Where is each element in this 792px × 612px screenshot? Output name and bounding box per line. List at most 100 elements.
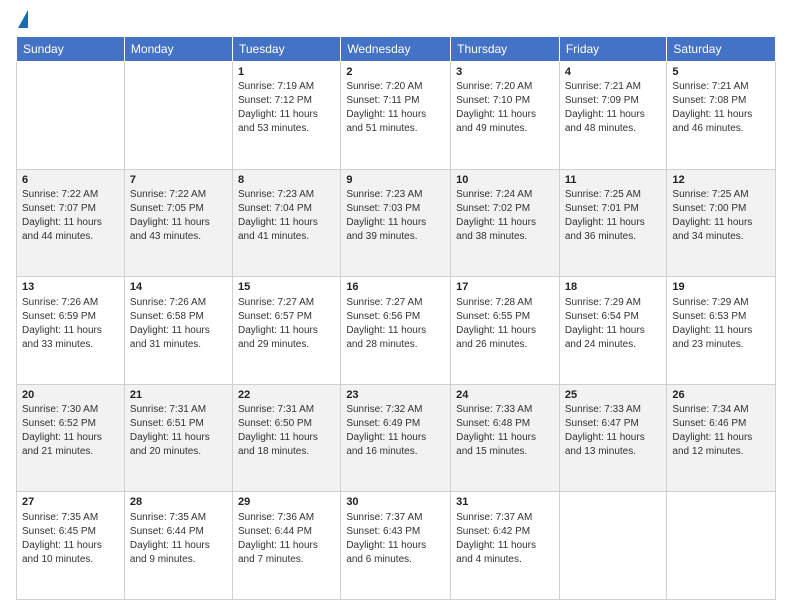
day-info: Sunrise: 7:31 AM Sunset: 6:50 PM Dayligh… — [238, 403, 335, 459]
day-info: Sunrise: 7:25 AM Sunset: 7:01 PM Dayligh… — [565, 188, 662, 244]
calendar-cell: 25Sunrise: 7:33 AM Sunset: 6:47 PM Dayli… — [559, 384, 667, 492]
weekday-header-wednesday: Wednesday — [341, 37, 451, 62]
day-number: 27 — [22, 495, 119, 510]
day-number: 10 — [456, 173, 554, 188]
calendar-cell: 9Sunrise: 7:23 AM Sunset: 7:03 PM Daylig… — [341, 169, 451, 277]
calendar-cell: 14Sunrise: 7:26 AM Sunset: 6:58 PM Dayli… — [124, 277, 232, 385]
calendar-cell: 31Sunrise: 7:37 AM Sunset: 6:42 PM Dayli… — [451, 492, 560, 600]
page: SundayMondayTuesdayWednesdayThursdayFrid… — [0, 0, 792, 612]
day-number: 31 — [456, 495, 554, 510]
day-info: Sunrise: 7:37 AM Sunset: 6:43 PM Dayligh… — [346, 511, 445, 567]
logo — [16, 12, 28, 28]
weekday-header-sunday: Sunday — [17, 37, 125, 62]
day-number: 6 — [22, 173, 119, 188]
calendar-cell: 28Sunrise: 7:35 AM Sunset: 6:44 PM Dayli… — [124, 492, 232, 600]
calendar-cell: 22Sunrise: 7:31 AM Sunset: 6:50 PM Dayli… — [232, 384, 340, 492]
calendar-cell: 26Sunrise: 7:34 AM Sunset: 6:46 PM Dayli… — [667, 384, 776, 492]
day-info: Sunrise: 7:23 AM Sunset: 7:03 PM Dayligh… — [346, 188, 445, 244]
calendar-cell: 24Sunrise: 7:33 AM Sunset: 6:48 PM Dayli… — [451, 384, 560, 492]
calendar-cell: 6Sunrise: 7:22 AM Sunset: 7:07 PM Daylig… — [17, 169, 125, 277]
day-number: 15 — [238, 280, 335, 295]
day-number: 17 — [456, 280, 554, 295]
calendar-cell — [17, 62, 125, 170]
day-number: 21 — [130, 388, 227, 403]
day-number: 19 — [672, 280, 770, 295]
calendar-cell: 3Sunrise: 7:20 AM Sunset: 7:10 PM Daylig… — [451, 62, 560, 170]
day-info: Sunrise: 7:24 AM Sunset: 7:02 PM Dayligh… — [456, 188, 554, 244]
day-info: Sunrise: 7:21 AM Sunset: 7:08 PM Dayligh… — [672, 80, 770, 136]
day-info: Sunrise: 7:22 AM Sunset: 7:07 PM Dayligh… — [22, 188, 119, 244]
day-info: Sunrise: 7:21 AM Sunset: 7:09 PM Dayligh… — [565, 80, 662, 136]
day-number: 18 — [565, 280, 662, 295]
day-info: Sunrise: 7:34 AM Sunset: 6:46 PM Dayligh… — [672, 403, 770, 459]
calendar-cell: 29Sunrise: 7:36 AM Sunset: 6:44 PM Dayli… — [232, 492, 340, 600]
weekday-header-monday: Monday — [124, 37, 232, 62]
calendar-cell: 11Sunrise: 7:25 AM Sunset: 7:01 PM Dayli… — [559, 169, 667, 277]
weekday-header-friday: Friday — [559, 37, 667, 62]
calendar-cell: 7Sunrise: 7:22 AM Sunset: 7:05 PM Daylig… — [124, 169, 232, 277]
day-number: 2 — [346, 65, 445, 80]
day-info: Sunrise: 7:33 AM Sunset: 6:47 PM Dayligh… — [565, 403, 662, 459]
weekday-header-tuesday: Tuesday — [232, 37, 340, 62]
header — [16, 12, 776, 28]
calendar-cell: 2Sunrise: 7:20 AM Sunset: 7:11 PM Daylig… — [341, 62, 451, 170]
calendar-cell: 19Sunrise: 7:29 AM Sunset: 6:53 PM Dayli… — [667, 277, 776, 385]
calendar-cell: 17Sunrise: 7:28 AM Sunset: 6:55 PM Dayli… — [451, 277, 560, 385]
weekday-header-saturday: Saturday — [667, 37, 776, 62]
day-number: 30 — [346, 495, 445, 510]
day-number: 16 — [346, 280, 445, 295]
day-info: Sunrise: 7:29 AM Sunset: 6:53 PM Dayligh… — [672, 296, 770, 352]
day-number: 5 — [672, 65, 770, 80]
day-number: 29 — [238, 495, 335, 510]
calendar-cell: 23Sunrise: 7:32 AM Sunset: 6:49 PM Dayli… — [341, 384, 451, 492]
day-info: Sunrise: 7:33 AM Sunset: 6:48 PM Dayligh… — [456, 403, 554, 459]
day-info: Sunrise: 7:27 AM Sunset: 6:56 PM Dayligh… — [346, 296, 445, 352]
day-info: Sunrise: 7:26 AM Sunset: 6:59 PM Dayligh… — [22, 296, 119, 352]
calendar-cell: 20Sunrise: 7:30 AM Sunset: 6:52 PM Dayli… — [17, 384, 125, 492]
day-number: 26 — [672, 388, 770, 403]
day-info: Sunrise: 7:35 AM Sunset: 6:45 PM Dayligh… — [22, 511, 119, 567]
day-number: 7 — [130, 173, 227, 188]
week-row-3: 13Sunrise: 7:26 AM Sunset: 6:59 PM Dayli… — [17, 277, 776, 385]
calendar-cell: 30Sunrise: 7:37 AM Sunset: 6:43 PM Dayli… — [341, 492, 451, 600]
day-number: 4 — [565, 65, 662, 80]
day-number: 11 — [565, 173, 662, 188]
day-number: 14 — [130, 280, 227, 295]
calendar-cell: 5Sunrise: 7:21 AM Sunset: 7:08 PM Daylig… — [667, 62, 776, 170]
weekday-header-thursday: Thursday — [451, 37, 560, 62]
day-number: 28 — [130, 495, 227, 510]
week-row-1: 1Sunrise: 7:19 AM Sunset: 7:12 PM Daylig… — [17, 62, 776, 170]
calendar-cell — [559, 492, 667, 600]
week-row-4: 20Sunrise: 7:30 AM Sunset: 6:52 PM Dayli… — [17, 384, 776, 492]
day-number: 12 — [672, 173, 770, 188]
day-info: Sunrise: 7:28 AM Sunset: 6:55 PM Dayligh… — [456, 296, 554, 352]
day-number: 13 — [22, 280, 119, 295]
day-number: 25 — [565, 388, 662, 403]
day-info: Sunrise: 7:19 AM Sunset: 7:12 PM Dayligh… — [238, 80, 335, 136]
calendar-cell: 16Sunrise: 7:27 AM Sunset: 6:56 PM Dayli… — [341, 277, 451, 385]
week-row-2: 6Sunrise: 7:22 AM Sunset: 7:07 PM Daylig… — [17, 169, 776, 277]
day-info: Sunrise: 7:37 AM Sunset: 6:42 PM Dayligh… — [456, 511, 554, 567]
day-info: Sunrise: 7:22 AM Sunset: 7:05 PM Dayligh… — [130, 188, 227, 244]
calendar-cell: 18Sunrise: 7:29 AM Sunset: 6:54 PM Dayli… — [559, 277, 667, 385]
weekday-header-row: SundayMondayTuesdayWednesdayThursdayFrid… — [17, 37, 776, 62]
calendar-cell: 10Sunrise: 7:24 AM Sunset: 7:02 PM Dayli… — [451, 169, 560, 277]
day-info: Sunrise: 7:25 AM Sunset: 7:00 PM Dayligh… — [672, 188, 770, 244]
calendar-cell: 1Sunrise: 7:19 AM Sunset: 7:12 PM Daylig… — [232, 62, 340, 170]
day-number: 8 — [238, 173, 335, 188]
day-number: 9 — [346, 173, 445, 188]
calendar-cell — [124, 62, 232, 170]
day-info: Sunrise: 7:36 AM Sunset: 6:44 PM Dayligh… — [238, 511, 335, 567]
day-info: Sunrise: 7:30 AM Sunset: 6:52 PM Dayligh… — [22, 403, 119, 459]
day-number: 24 — [456, 388, 554, 403]
day-number: 22 — [238, 388, 335, 403]
day-info: Sunrise: 7:20 AM Sunset: 7:11 PM Dayligh… — [346, 80, 445, 136]
day-info: Sunrise: 7:32 AM Sunset: 6:49 PM Dayligh… — [346, 403, 445, 459]
day-number: 20 — [22, 388, 119, 403]
day-info: Sunrise: 7:31 AM Sunset: 6:51 PM Dayligh… — [130, 403, 227, 459]
calendar-cell: 15Sunrise: 7:27 AM Sunset: 6:57 PM Dayli… — [232, 277, 340, 385]
calendar-cell: 12Sunrise: 7:25 AM Sunset: 7:00 PM Dayli… — [667, 169, 776, 277]
day-number: 23 — [346, 388, 445, 403]
calendar-table: SundayMondayTuesdayWednesdayThursdayFrid… — [16, 36, 776, 600]
day-info: Sunrise: 7:35 AM Sunset: 6:44 PM Dayligh… — [130, 511, 227, 567]
